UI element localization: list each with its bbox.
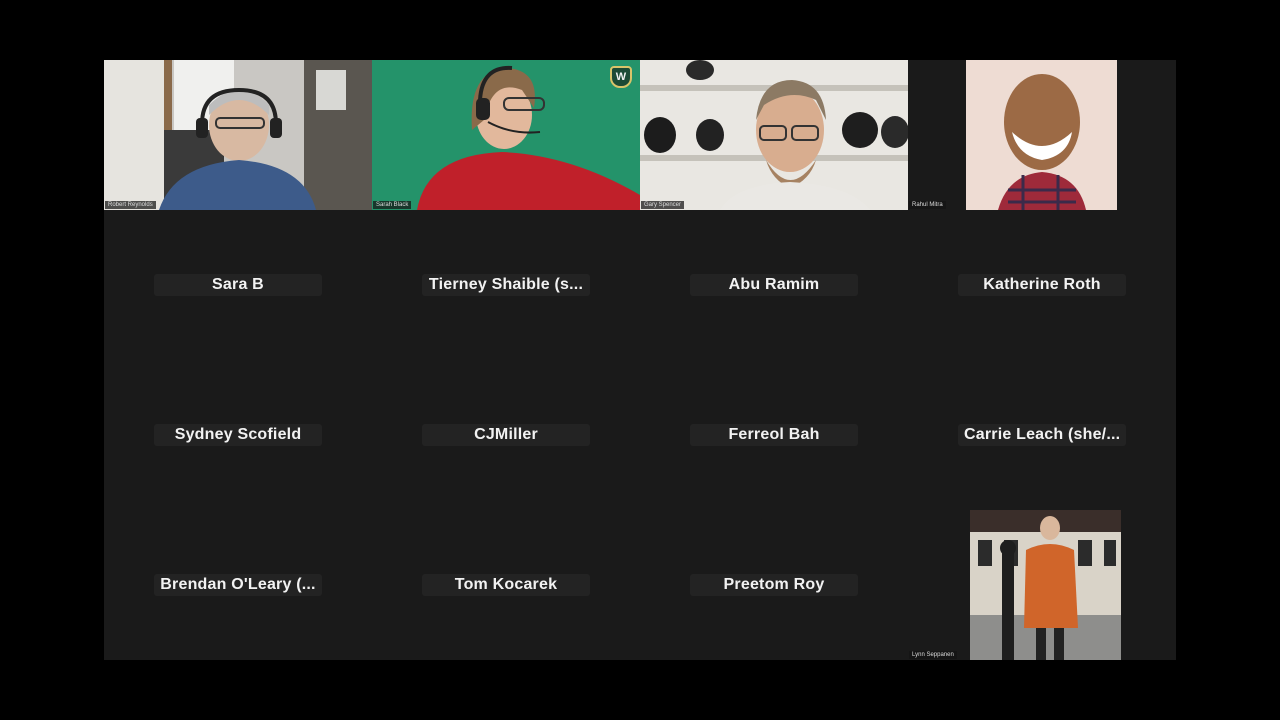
participant-tile-katherine-roth[interactable]: Katherine Roth: [908, 210, 1176, 360]
participant-tile-gary-spencer[interactable]: Gary Spencer: [640, 60, 908, 210]
participant-tile-cjmiller[interactable]: CJMiller: [372, 360, 640, 510]
participant-tile-tom-kocarek[interactable]: Tom Kocarek: [372, 510, 640, 660]
participant-name-label: Rahul Mitra: [909, 201, 946, 209]
participant-tile-rahul-mitra[interactable]: Rahul Mitra: [908, 60, 1176, 210]
participant-name: Abu Ramim: [690, 274, 858, 296]
shield-w-logo-icon: W: [610, 66, 632, 88]
participant-video: [640, 60, 908, 210]
participant-tile-lynn-seppanen[interactable]: Lynn Seppanen: [908, 510, 1176, 660]
participant-tile-tierney-shaible[interactable]: Tierney Shaible (s...: [372, 210, 640, 360]
participant-tile-sara-b[interactable]: Sara B: [104, 210, 372, 360]
participant-video: [908, 510, 1176, 660]
participant-name: Sara B: [154, 274, 322, 296]
participant-name: Ferreol Bah: [690, 424, 858, 446]
participant-name-label: Lynn Seppanen: [909, 651, 957, 659]
participant-name: Katherine Roth: [958, 274, 1126, 296]
participant-tile-abu-ramim[interactable]: Abu Ramim: [640, 210, 908, 360]
participant-name: Tom Kocarek: [422, 574, 590, 596]
participant-tile-robert-reynolds[interactable]: Robert Reynolds: [104, 60, 372, 210]
participant-tile-carrie-leach[interactable]: Carrie Leach (she/...: [908, 360, 1176, 510]
participant-video: [372, 60, 640, 210]
participant-name: CJMiller: [422, 424, 590, 446]
participant-name: Carrie Leach (she/...: [958, 424, 1126, 446]
participant-video: [104, 60, 372, 210]
participant-name: Preetom Roy: [690, 574, 858, 596]
participant-tile-preetom-roy[interactable]: Preetom Roy: [640, 510, 908, 660]
gallery-view: Robert Reynolds W Sarah Black Gary Spenc…: [104, 60, 1176, 660]
participant-tile-ferreol-bah[interactable]: Ferreol Bah: [640, 360, 908, 510]
participant-name-label: Gary Spencer: [641, 201, 685, 209]
participant-name: Tierney Shaible (s...: [422, 274, 590, 296]
participant-tile-brendan-oleary[interactable]: Brendan O'Leary (...: [104, 510, 372, 660]
participant-name: Brendan O'Leary (...: [154, 574, 322, 596]
participant-name: Sydney Scofield: [154, 424, 322, 446]
participant-tile-sydney-scofield[interactable]: Sydney Scofield: [104, 360, 372, 510]
participant-video: [908, 60, 1176, 210]
participant-name-label: Sarah Black: [373, 201, 412, 209]
participant-tile-sarah-black[interactable]: W Sarah Black: [372, 60, 640, 210]
participant-name-label: Robert Reynolds: [105, 201, 156, 209]
